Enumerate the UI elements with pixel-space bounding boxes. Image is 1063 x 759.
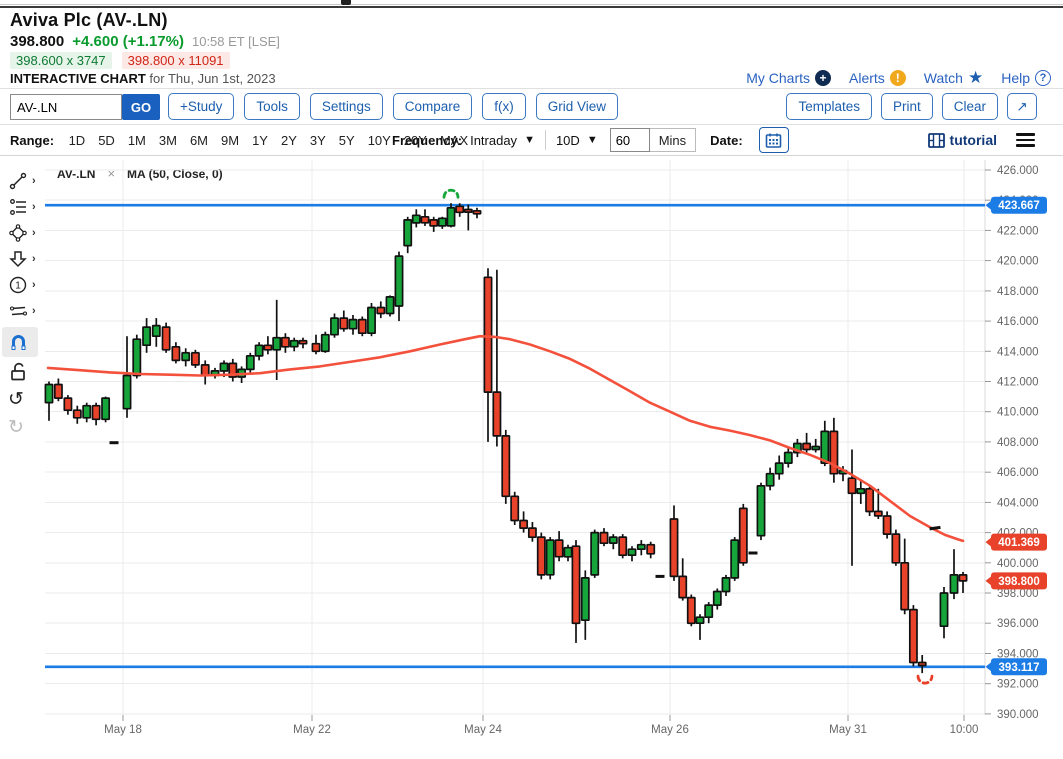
tutorial-area: tutorial — [928, 126, 1035, 154]
svg-text:416.000: 416.000 — [997, 316, 1039, 328]
svg-text:392.000: 392.000 — [997, 679, 1039, 691]
interval-input[interactable] — [610, 128, 650, 152]
bigcharts-interactive-chart-page: Aviva Plc (AV-.LN) 398.800 +4.600 (+1.17… — [0, 0, 1063, 759]
period-select[interactable]: 10D — [556, 133, 580, 148]
header-links: My Charts + Alerts! Watch ★ Help? — [746, 68, 1051, 88]
clipped-top-element — [341, 0, 351, 5]
link-label: Alerts — [849, 70, 885, 86]
toolbar-button-f-x[interactable]: f(x) — [482, 93, 526, 120]
svg-text:390.000: 390.000 — [997, 709, 1039, 721]
link-label: Watch — [924, 70, 963, 86]
toolbar-button-grid-view[interactable]: Grid View — [536, 93, 618, 120]
toolbar-button-templates[interactable]: Templates — [786, 93, 872, 120]
svg-text:412.000: 412.000 — [997, 377, 1039, 389]
svg-text:404.000: 404.000 — [997, 497, 1039, 509]
svg-text:396.000: 396.000 — [997, 618, 1039, 630]
quote-time: 10:58 ET [LSE] — [192, 34, 280, 49]
last-price: 398.800 — [10, 33, 64, 50]
range-option-3m[interactable]: 3M — [152, 133, 183, 148]
svg-text:10:00: 10:00 — [950, 724, 979, 736]
toolbar-button-compare[interactable]: Compare — [393, 93, 473, 120]
svg-text:423.667: 423.667 — [998, 200, 1040, 212]
plus-circle-icon: + — [815, 70, 831, 86]
symbol-input[interactable] — [10, 94, 122, 120]
frequency-bar: Frequency: Intraday ▼ 10D ▼ Mins Date: — [392, 126, 789, 154]
divider — [545, 130, 546, 150]
interval-unit-label: Mins — [650, 128, 696, 152]
toolbar-divider — [0, 124, 1063, 125]
toolbar-left-buttons: +Study Tools Settings Compare f(x) Grid View — [168, 93, 618, 120]
header-divider — [0, 88, 1063, 89]
menu-icon[interactable] — [1016, 133, 1035, 147]
range-option-1m[interactable]: 1M — [121, 133, 152, 148]
range-option-1d[interactable]: 1D — [62, 133, 92, 148]
svg-text:406.000: 406.000 — [997, 467, 1039, 479]
range-option-1y[interactable]: 1Y — [246, 133, 275, 148]
quote-row: 398.800 +4.600 (+1.17%) 10:58 ET [LSE] — [10, 33, 280, 50]
star-icon: ★ — [968, 68, 983, 88]
external-arrow-icon: ↗ — [1016, 99, 1027, 115]
tutorial-video-icon — [928, 133, 945, 148]
link-label: Help — [1001, 70, 1030, 86]
range-option-9m[interactable]: 9M — [215, 133, 246, 148]
interactive-chart-date: for Thu, Jun 1st, 2023 — [146, 71, 276, 86]
top-divider-dark — [0, 6, 1063, 8]
toolbar-button-print[interactable]: Print — [881, 93, 933, 120]
svg-text:393.117: 393.117 — [999, 662, 1040, 674]
chevron-down-icon: ▼ — [524, 134, 535, 146]
header-link-my-charts[interactable]: My Charts + — [746, 70, 831, 86]
range-option-3y[interactable]: 3Y — [303, 133, 332, 148]
svg-text:418.000: 418.000 — [997, 286, 1039, 298]
tutorial-link[interactable]: tutorial — [950, 132, 997, 148]
top-divider-light — [0, 4, 1063, 5]
svg-text:May 18: May 18 — [104, 724, 142, 736]
range-option-2y[interactable]: 2Y — [274, 133, 303, 148]
go-button[interactable]: GO — [122, 94, 160, 120]
svg-text:426.000: 426.000 — [997, 165, 1039, 177]
header-link-alerts[interactable]: Alerts! — [849, 70, 906, 86]
ask-quote: 398.800 x 11091 — [122, 52, 230, 69]
svg-text:420.000: 420.000 — [997, 256, 1039, 268]
frequency-select[interactable]: Intraday — [470, 133, 517, 148]
svg-text:May 31: May 31 — [829, 724, 867, 736]
header-link-help[interactable]: Help? — [1001, 70, 1051, 86]
date-label: Date: — [710, 133, 743, 148]
svg-text:408.000: 408.000 — [997, 437, 1039, 449]
toolbar-button-tools[interactable]: Tools — [244, 93, 300, 120]
interactive-chart-label: INTERACTIVE CHART — [10, 71, 146, 86]
svg-text:May 26: May 26 — [651, 724, 689, 736]
svg-text:398.000: 398.000 — [997, 588, 1039, 600]
alert-icon: ! — [890, 70, 906, 86]
range-option-6m[interactable]: 6M — [183, 133, 214, 148]
page-title: Aviva Plc (AV-.LN) — [10, 10, 168, 31]
price-change: +4.600 (+1.17%) — [72, 33, 184, 50]
svg-text:May 22: May 22 — [293, 724, 331, 736]
svg-text:400.000: 400.000 — [997, 558, 1039, 570]
bid-quote: 398.600 x 3747 — [10, 52, 112, 69]
link-label: My Charts — [746, 70, 810, 86]
svg-text:401.369: 401.369 — [998, 537, 1040, 549]
range-option-5d[interactable]: 5D — [92, 133, 122, 148]
range-label: Range: — [10, 133, 54, 148]
svg-text:May 24: May 24 — [464, 724, 502, 736]
header-link-watch[interactable]: Watch ★ — [924, 68, 983, 88]
calendar-icon — [765, 132, 782, 149]
rangebar-divider — [0, 155, 1063, 156]
question-icon: ? — [1035, 70, 1051, 86]
chevron-down-icon: ▼ — [587, 134, 598, 146]
interactive-chart-caption: INTERACTIVE CHART for Thu, Jun 1st, 2023 — [10, 71, 276, 86]
svg-text:422.000: 422.000 — [997, 225, 1039, 237]
frequency-label: Frequency: — [392, 133, 462, 148]
toolbar-button-settings[interactable]: Settings — [310, 93, 383, 120]
svg-text:414.000: 414.000 — [997, 346, 1039, 358]
toolbar-button-study[interactable]: +Study — [168, 93, 234, 120]
bid-ask-row: 398.600 x 3747 398.800 x 11091 — [10, 52, 230, 69]
svg-text:398.800: 398.800 — [998, 576, 1040, 588]
range-option-5y[interactable]: 5Y — [332, 133, 361, 148]
svg-text:410.000: 410.000 — [997, 407, 1039, 419]
toolbar-right-buttons: Templates Print Clear ↗ — [786, 93, 1037, 120]
popout-chart-button[interactable]: ↗ — [1007, 93, 1037, 120]
toolbar-button-clear[interactable]: Clear — [942, 93, 998, 120]
date-picker-button[interactable] — [759, 127, 789, 153]
